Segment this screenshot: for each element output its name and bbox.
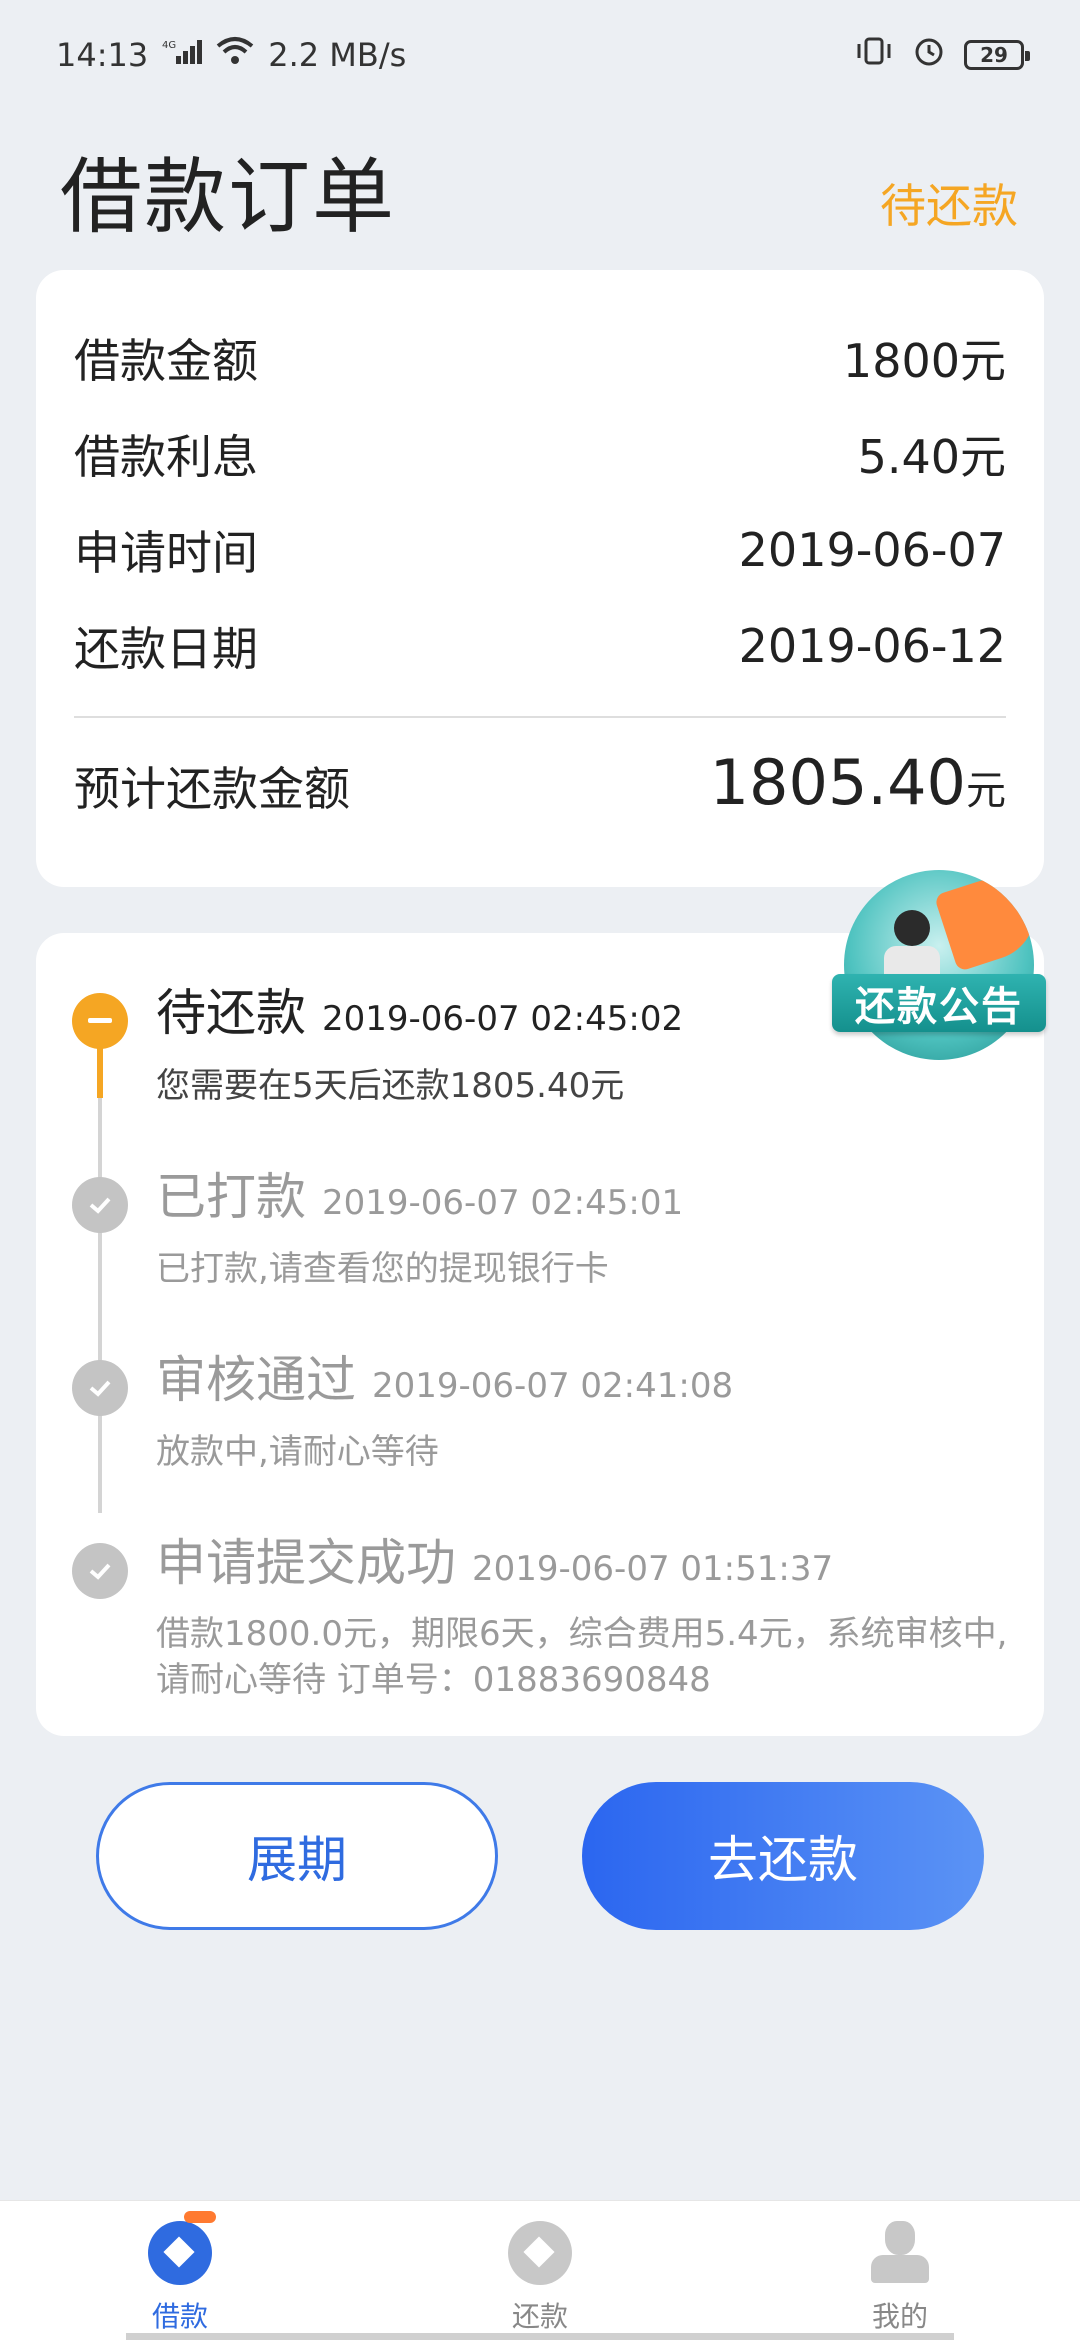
timeline-desc: 放款中,请耐心等待 [156, 1432, 439, 1472]
summary-row-interest: 借款利息 5.40元 [74, 406, 1006, 502]
summary-label: 借款利息 [74, 430, 258, 484]
divider [74, 716, 1006, 718]
svg-text:4G: 4G [162, 40, 176, 51]
loan-icon [148, 2211, 216, 2285]
nav-label: 还款 [511, 2300, 568, 2333]
timeline-title-row: 申请提交成功 2019-06-07 01:51:37 [156, 1523, 833, 1595]
check-icon [72, 1360, 128, 1416]
nav-label: 借款 [151, 2300, 208, 2333]
check-icon [72, 1543, 128, 1599]
total-amount: 1805.40 [709, 746, 966, 819]
bottom-nav: 借款 还款 我的 [0, 2200, 1080, 2340]
total-value: 1805.40元 [710, 746, 1006, 819]
summary-value: 2019-06-12 [738, 619, 1006, 673]
nav-item-profile[interactable]: 我的 [720, 2201, 1080, 2340]
status-bar: 14:13 4G 2.2 MB/s 29 [0, 0, 1080, 110]
person-head [894, 910, 930, 946]
summary-label: 还款日期 [74, 622, 258, 676]
summary-value: 1800元 [842, 334, 1006, 388]
loan-summary-card: 借款金额 1800元 借款利息 5.40元 申请时间 2019-06-07 还款… [36, 270, 1044, 887]
order-status-badge: 待还款 [880, 179, 1018, 233]
timeline-time: 2019-06-07 02:41:08 [372, 1366, 734, 1406]
timeline-time: 2019-06-07 01:51:37 [472, 1549, 834, 1589]
battery-icon: 29 [964, 40, 1030, 70]
total-repayment-row: 预计还款金额 1805.40元 [74, 746, 1006, 819]
vibrate-icon [854, 35, 894, 75]
timeline-title-row: 审核通过 2019-06-07 02:41:08 [156, 1340, 733, 1412]
wifi-icon [216, 36, 254, 74]
nav-item-loan[interactable]: 借款 [0, 2201, 360, 2340]
timeline-time: 2019-06-07 02:45:01 [322, 1183, 684, 1223]
summary-value: 2019-06-07 [738, 523, 1006, 577]
total-label: 预计还款金额 [74, 762, 350, 816]
pending-dot-icon [72, 993, 128, 1049]
timeline-title-row: 待还款 2019-06-07 02:45:02 [156, 973, 683, 1045]
timeline-title: 申请提交成功 [156, 1534, 456, 1592]
summary-label: 申请时间 [74, 526, 258, 580]
timeline-title: 待还款 [156, 984, 306, 1042]
header: 借款订单 待还款 [0, 120, 1080, 260]
network-speed: 2.2 MB/s [268, 36, 407, 74]
total-unit: 元 [966, 768, 1006, 814]
alarm-icon [912, 34, 946, 76]
status-time: 14:13 [56, 36, 149, 74]
announcement-label: 还款公告 [832, 974, 1046, 1032]
repayment-announcement-badge[interactable]: 还款公告 [832, 870, 1046, 1070]
megaphone-icon [933, 870, 1034, 972]
timeline-title: 审核通过 [156, 1351, 356, 1409]
status-right: 29 [854, 34, 1030, 76]
gesture-bar [126, 2333, 954, 2340]
summary-row-amount: 借款金额 1800元 [74, 310, 1006, 406]
summary-value: 5.40元 [857, 430, 1006, 484]
timeline-desc: 借款1800.0元，期限6天，综合费用5.4元，系统审核中,请耐心等待 订单号：… [156, 1614, 1008, 1700]
timeline-title: 已打款 [156, 1168, 306, 1226]
timeline-line [98, 1098, 102, 1513]
timeline-desc: 已打款,请查看您的提现银行卡 [156, 1249, 609, 1289]
repay-button[interactable]: 去还款 [582, 1782, 984, 1930]
nav-label: 我的 [871, 2300, 928, 2333]
summary-label: 借款金额 [74, 334, 258, 388]
nav-item-repay[interactable]: 还款 [360, 2201, 720, 2340]
profile-icon [871, 2221, 929, 2285]
status-left: 14:13 4G 2.2 MB/s [56, 36, 406, 74]
summary-row-apply-date: 申请时间 2019-06-07 [74, 502, 1006, 598]
check-icon [72, 1177, 128, 1233]
extend-button[interactable]: 展期 [96, 1782, 498, 1930]
cellular-signal-icon: 4G [162, 38, 203, 73]
timeline-time: 2019-06-07 02:45:02 [322, 999, 684, 1039]
repay-icon [508, 2221, 572, 2285]
page-title: 借款订单 [60, 150, 397, 245]
timeline-title-row: 已打款 2019-06-07 02:45:01 [156, 1157, 683, 1229]
summary-rows: 借款金额 1800元 借款利息 5.40元 申请时间 2019-06-07 还款… [74, 270, 1006, 694]
summary-row-due-date: 还款日期 2019-06-12 [74, 598, 1006, 694]
